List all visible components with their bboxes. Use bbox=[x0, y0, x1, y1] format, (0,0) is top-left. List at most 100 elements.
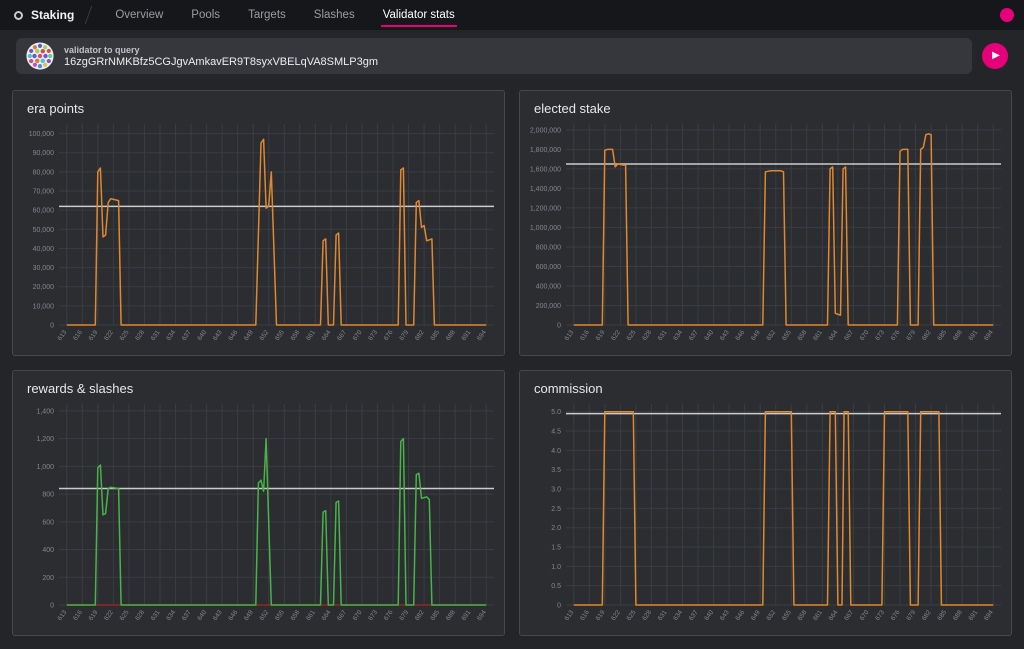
svg-text:640: 640 bbox=[196, 609, 208, 622]
svg-text:200,000: 200,000 bbox=[536, 303, 561, 310]
svg-text:60,000: 60,000 bbox=[33, 208, 55, 215]
svg-text:688: 688 bbox=[952, 609, 964, 622]
chart-canvas: 0200,000400,000600,000800,0001,000,0001,… bbox=[520, 116, 1011, 355]
svg-text:637: 637 bbox=[688, 609, 700, 622]
svg-text:664: 664 bbox=[828, 609, 840, 622]
header-circle-button[interactable] bbox=[1000, 8, 1014, 22]
svg-text:2,000,000: 2,000,000 bbox=[530, 127, 561, 134]
query-label: validator to query bbox=[64, 45, 378, 55]
svg-text:643: 643 bbox=[212, 329, 224, 342]
svg-text:667: 667 bbox=[336, 609, 348, 622]
svg-text:619: 619 bbox=[595, 329, 607, 342]
network-icon[interactable] bbox=[14, 11, 23, 20]
svg-text:640: 640 bbox=[703, 609, 715, 622]
svg-text:664: 664 bbox=[321, 329, 333, 342]
svg-text:70,000: 70,000 bbox=[33, 189, 55, 196]
svg-text:655: 655 bbox=[274, 609, 286, 622]
identicon-svg bbox=[26, 42, 54, 70]
query-submit-button[interactable]: ▶ bbox=[982, 43, 1008, 69]
charts-grid: era points 010,00020,00030,00040,00050,0… bbox=[0, 80, 1024, 648]
svg-text:658: 658 bbox=[796, 609, 808, 622]
svg-text:688: 688 bbox=[445, 329, 457, 342]
svg-text:688: 688 bbox=[952, 329, 964, 342]
chart-title: commission bbox=[520, 371, 1011, 396]
svg-text:0: 0 bbox=[557, 603, 561, 610]
svg-text:50,000: 50,000 bbox=[33, 227, 55, 234]
svg-text:2.0: 2.0 bbox=[551, 525, 561, 532]
svg-text:685: 685 bbox=[936, 329, 948, 342]
svg-text:682: 682 bbox=[414, 609, 426, 622]
svg-text:628: 628 bbox=[641, 329, 653, 342]
validator-query-input[interactable]: validator to query 16zgGRrNMKBfz5CGJgvAm… bbox=[16, 38, 972, 74]
svg-text:1,000: 1,000 bbox=[36, 464, 54, 471]
svg-text:646: 646 bbox=[227, 329, 239, 342]
svg-text:90,000: 90,000 bbox=[33, 150, 55, 157]
svg-text:1,000,000: 1,000,000 bbox=[530, 225, 561, 232]
tab-slashes[interactable]: Slashes bbox=[300, 0, 369, 30]
svg-text:625: 625 bbox=[626, 609, 638, 622]
svg-text:100,000: 100,000 bbox=[29, 131, 54, 138]
svg-text:694: 694 bbox=[476, 329, 488, 342]
svg-text:3.5: 3.5 bbox=[551, 467, 561, 474]
query-text-block: validator to query 16zgGRrNMKBfz5CGJgvAm… bbox=[64, 45, 378, 68]
svg-text:661: 661 bbox=[305, 609, 317, 622]
svg-text:613: 613 bbox=[563, 329, 575, 342]
svg-text:628: 628 bbox=[641, 609, 653, 622]
tab-validator-stats[interactable]: Validator stats bbox=[369, 0, 469, 30]
svg-text:646: 646 bbox=[227, 609, 239, 622]
svg-text:10,000: 10,000 bbox=[33, 303, 55, 310]
svg-text:619: 619 bbox=[88, 609, 100, 622]
svg-text:649: 649 bbox=[750, 329, 762, 342]
svg-text:667: 667 bbox=[336, 329, 348, 342]
chart-canvas: 0 10,000 20,000 30,000 40,000 50,000 60,000 70,… bbox=[13, 116, 504, 355]
svg-text:30,000: 30,000 bbox=[33, 265, 55, 272]
chart-title: rewards & slashes bbox=[13, 371, 504, 396]
svg-text:1,200,000: 1,200,000 bbox=[530, 205, 561, 212]
svg-text:40,000: 40,000 bbox=[33, 246, 55, 253]
svg-text:670: 670 bbox=[859, 329, 871, 342]
svg-text:664: 664 bbox=[828, 329, 840, 342]
svg-text:670: 670 bbox=[352, 329, 364, 342]
svg-text:1,200: 1,200 bbox=[36, 436, 54, 443]
svg-text:694: 694 bbox=[983, 329, 995, 342]
svg-text:673: 673 bbox=[874, 329, 886, 342]
chart-canvas: 00.51.01.52.02.53.03.54.04.55.0613616619… bbox=[520, 396, 1011, 635]
chart-canvas: 02004006008001,0001,2001,400613616619622… bbox=[13, 396, 504, 635]
svg-text:682: 682 bbox=[921, 609, 933, 622]
svg-text:634: 634 bbox=[165, 609, 177, 622]
svg-text:628: 628 bbox=[134, 329, 146, 342]
tab-pools[interactable]: Pools bbox=[177, 0, 234, 30]
svg-text:652: 652 bbox=[258, 609, 270, 622]
svg-text:20,000: 20,000 bbox=[33, 284, 55, 291]
svg-text:0: 0 bbox=[50, 323, 54, 330]
svg-text:682: 682 bbox=[921, 329, 933, 342]
svg-text:1,400: 1,400 bbox=[36, 408, 54, 415]
page-title: Staking bbox=[31, 8, 74, 22]
svg-text:643: 643 bbox=[719, 329, 731, 342]
svg-text:619: 619 bbox=[595, 609, 607, 622]
svg-text:679: 679 bbox=[398, 329, 410, 342]
validator-identicon[interactable] bbox=[26, 42, 54, 70]
tab-targets[interactable]: Targets bbox=[234, 0, 300, 30]
svg-text:664: 664 bbox=[321, 609, 333, 622]
validator-address[interactable]: 16zgGRrNMKBfz5CGJgvAmkavER9T8syxVBELqVA8… bbox=[64, 56, 378, 68]
svg-text:691: 691 bbox=[967, 609, 979, 622]
svg-text:200: 200 bbox=[42, 575, 54, 582]
svg-text:676: 676 bbox=[890, 329, 902, 342]
svg-text:613: 613 bbox=[56, 609, 68, 622]
svg-text:649: 649 bbox=[243, 609, 255, 622]
svg-text:688: 688 bbox=[445, 609, 457, 622]
svg-text:619: 619 bbox=[88, 329, 100, 342]
svg-text:694: 694 bbox=[983, 609, 995, 622]
svg-text:649: 649 bbox=[750, 609, 762, 622]
svg-text:640: 640 bbox=[703, 329, 715, 342]
svg-text:1.5: 1.5 bbox=[551, 545, 561, 552]
tab-overview[interactable]: Overview bbox=[101, 0, 177, 30]
svg-text:661: 661 bbox=[305, 329, 317, 342]
svg-text:600,000: 600,000 bbox=[536, 264, 561, 271]
svg-text:667: 667 bbox=[843, 609, 855, 622]
svg-text:649: 649 bbox=[243, 329, 255, 342]
svg-text:646: 646 bbox=[734, 609, 746, 622]
svg-text:622: 622 bbox=[103, 609, 115, 622]
svg-text:661: 661 bbox=[812, 609, 824, 622]
